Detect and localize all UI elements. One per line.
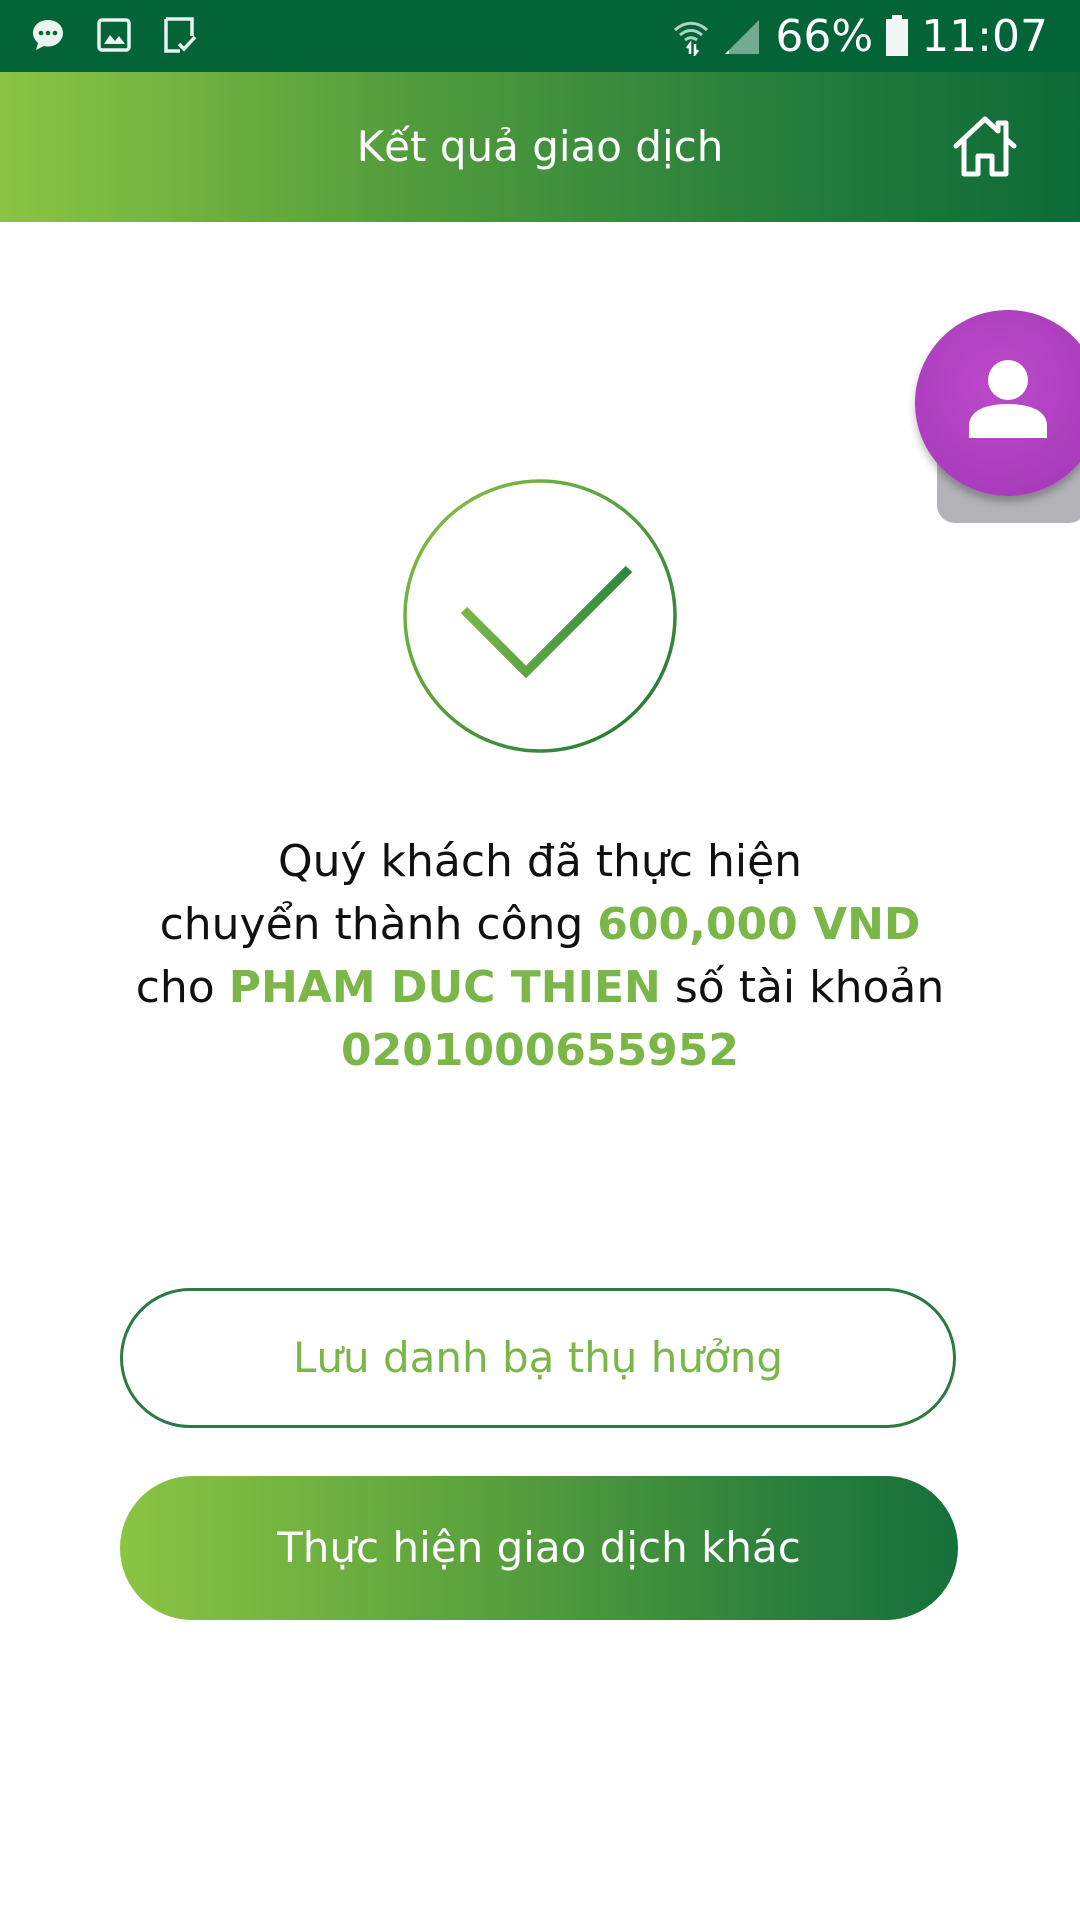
status-bar: 66% 11:07	[0, 0, 1080, 72]
message-line-4: 0201000655952	[60, 1019, 1020, 1082]
app-header: Kết quả giao dịch	[0, 72, 1080, 222]
message-line-3: cho PHAM DUC THIEN số tài khoản	[60, 956, 1020, 1019]
message-line-2: chuyển thành công 600,000 VND	[60, 893, 1020, 956]
success-message: Quý khách đã thực hiện chuyển thành công…	[60, 830, 1020, 1082]
message-to-text: cho	[135, 962, 229, 1013]
account-number: 0201000655952	[341, 1025, 739, 1076]
save-beneficiary-button[interactable]: Lưu danh bạ thụ hưởng	[120, 1288, 956, 1428]
transfer-amount: 600,000 VND	[597, 899, 921, 950]
message-account-text: số tài khoản	[660, 962, 945, 1013]
image-icon	[97, 18, 131, 52]
page-title: Kết quả giao dịch	[356, 122, 724, 171]
message-icon	[33, 20, 63, 50]
transaction-result-screen: 66% 11:07 Kết quả giao dịch Quý khách đã…	[0, 0, 1080, 1920]
signal-icon	[725, 20, 760, 54]
floating-contact-button[interactable]	[915, 310, 1080, 523]
user-icon	[969, 360, 1047, 438]
battery-icon	[886, 15, 909, 56]
other-transaction-button[interactable]: Thực hiện giao dịch khác	[120, 1476, 958, 1620]
success-check-icon	[403, 479, 677, 753]
battery-percentage: 66%	[775, 10, 874, 62]
home-icon	[953, 116, 1017, 177]
status-notifications	[30, 16, 198, 54]
task-icon	[164, 17, 197, 53]
wifi-icon	[674, 21, 709, 56]
status-time: 11:07	[921, 10, 1048, 62]
message-transfer-text: chuyển thành công	[159, 899, 598, 950]
message-line-1: Quý khách đã thực hiện	[277, 836, 803, 887]
home-button[interactable]	[950, 114, 1020, 180]
status-system: 66% 11:07	[671, 0, 1048, 72]
recipient-name: PHAM DUC THIEN	[228, 962, 661, 1013]
